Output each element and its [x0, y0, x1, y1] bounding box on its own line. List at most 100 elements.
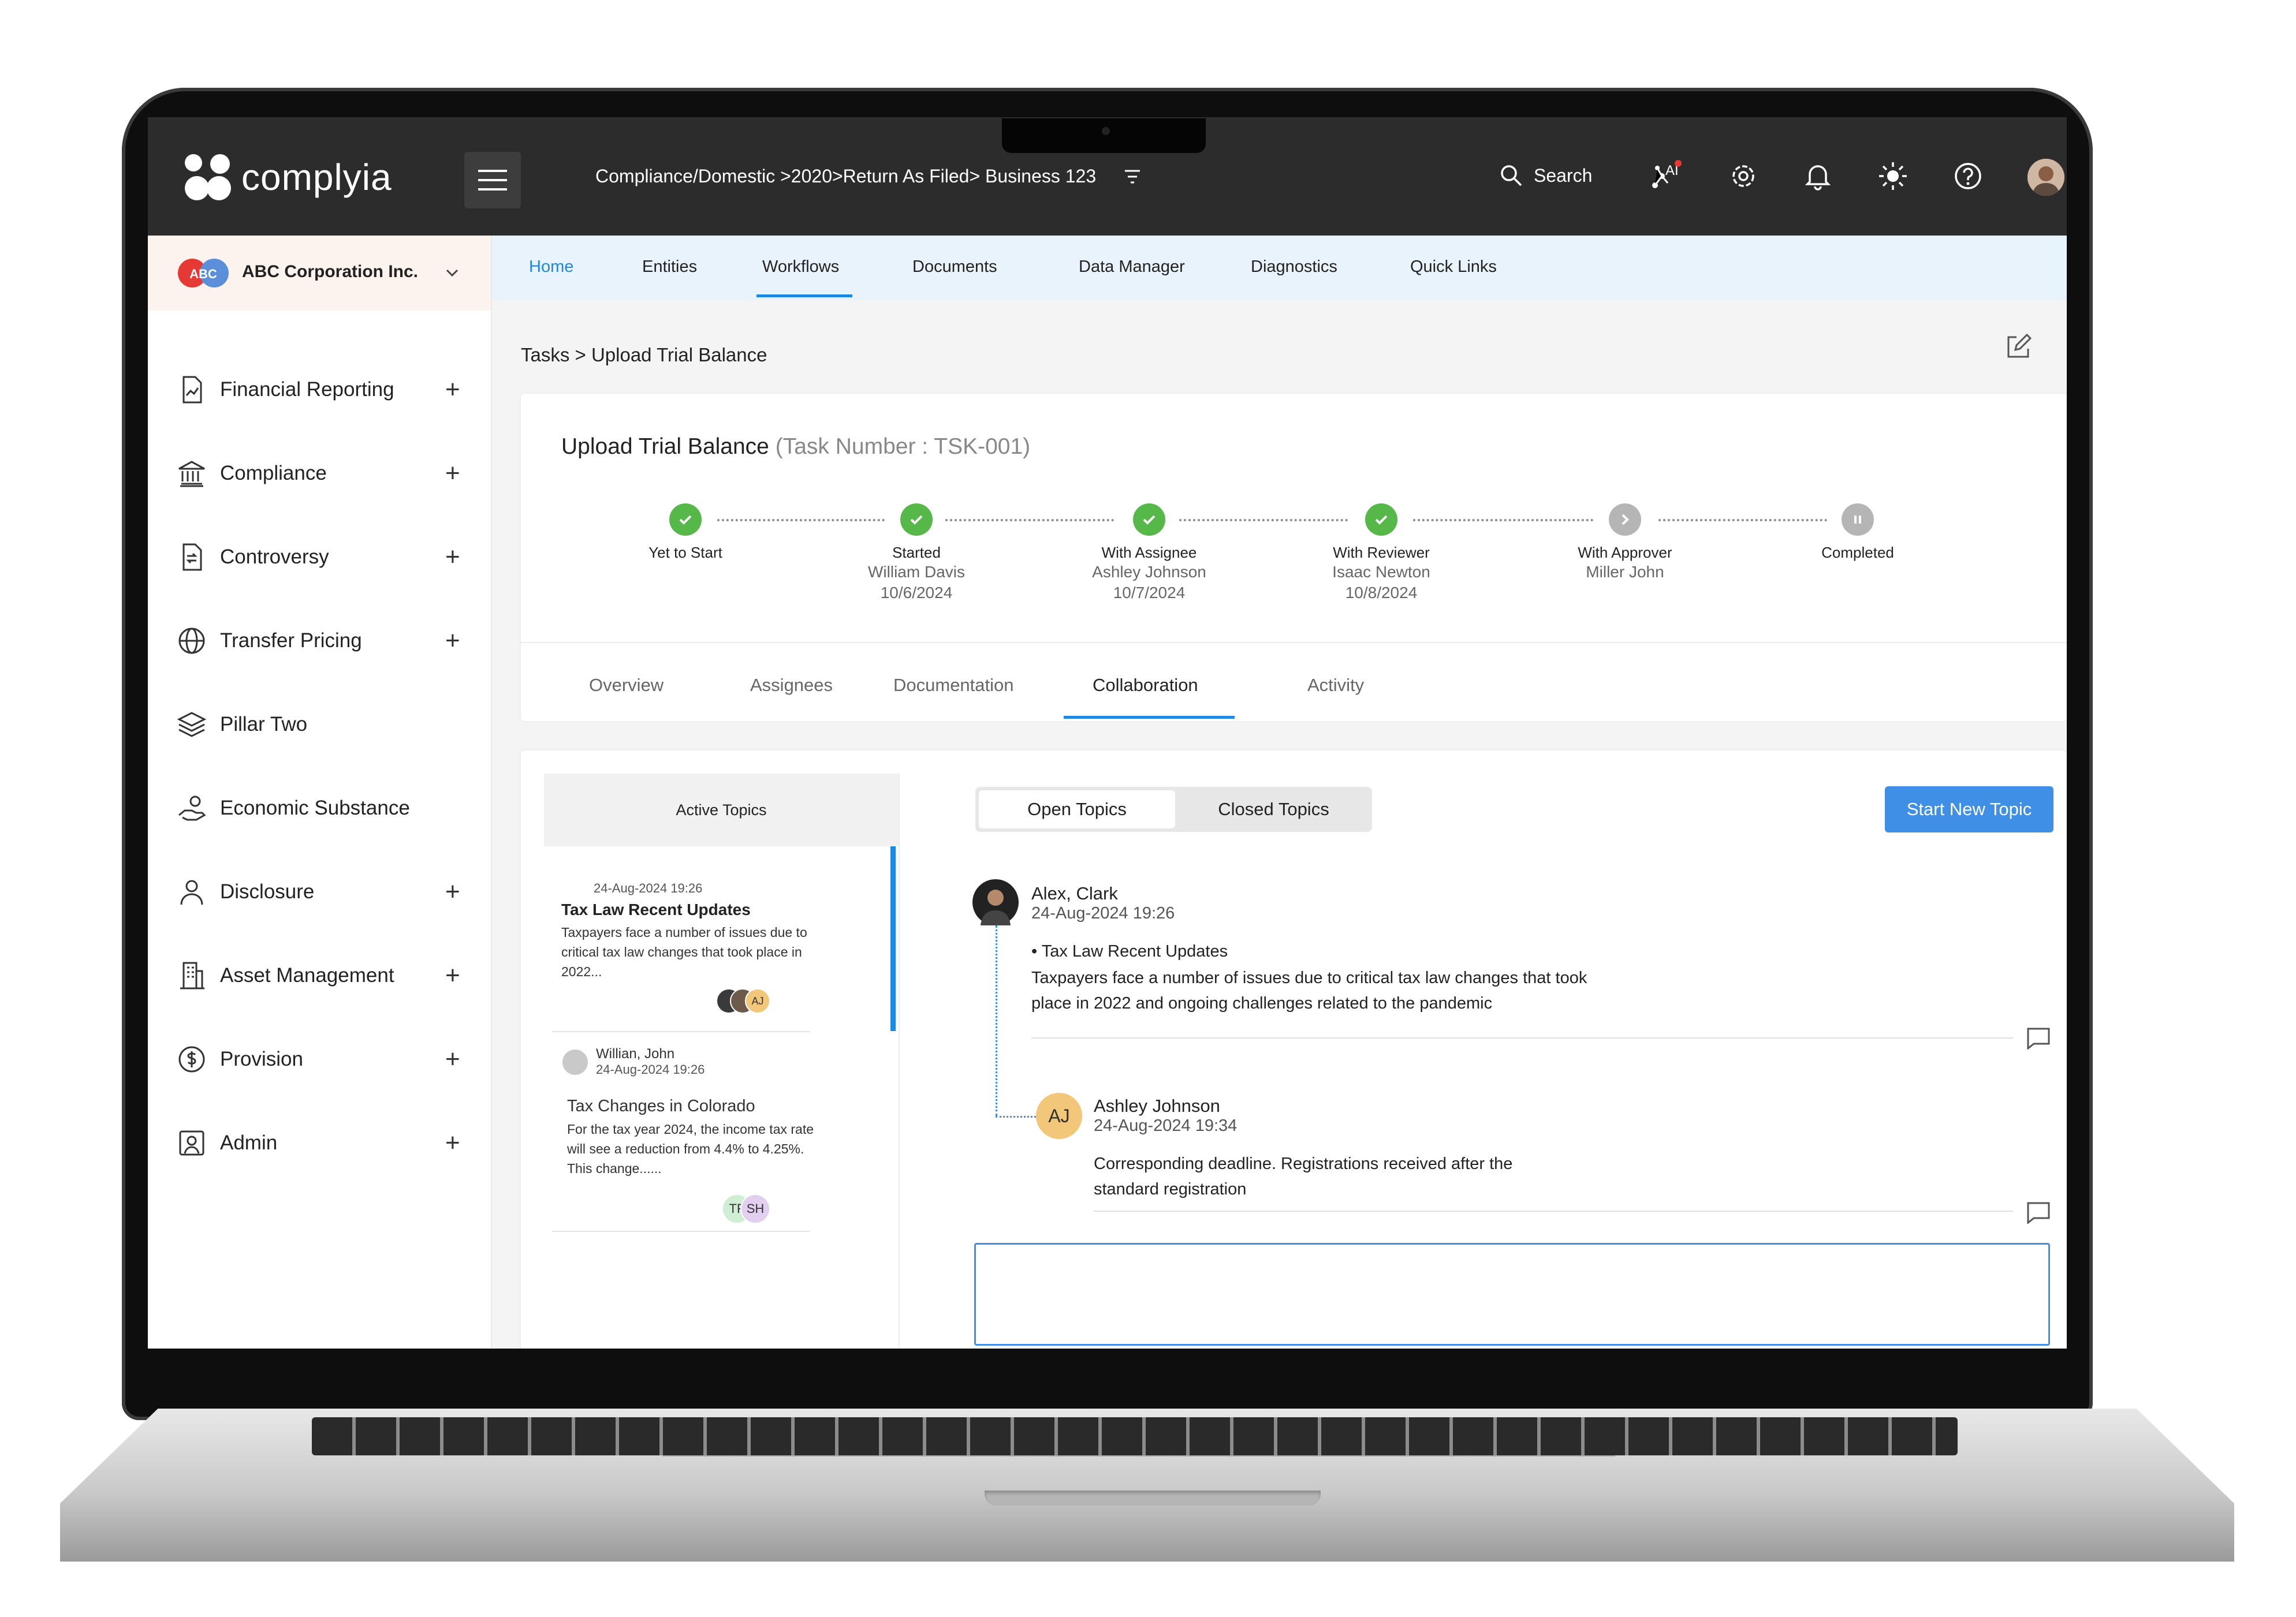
filter-icon[interactable] [1124, 169, 1141, 184]
scrollbar[interactable] [890, 846, 896, 1031]
tab-workflows[interactable]: Workflows [762, 257, 839, 277]
sidebar-item-label: Controversy [220, 546, 329, 568]
user-icon [180, 880, 203, 905]
building-icon [180, 962, 204, 989]
search-label: Search [1534, 165, 1593, 186]
search-button[interactable]: Search [1499, 163, 1592, 188]
sidebar-item-label: Transfer Pricing [220, 629, 362, 652]
user-avatar[interactable] [2027, 159, 2064, 196]
sidebar-item-asset-management[interactable]: Asset Management + [148, 950, 491, 1002]
edit-icon[interactable] [2004, 333, 2033, 361]
top-breadcrumb[interactable]: Compliance/Domestic >2020>Return As File… [595, 166, 1096, 187]
tab-quick-links[interactable]: Quick Links [1410, 257, 1497, 277]
task-number: (Task Number : TSK-001) [775, 434, 1031, 459]
avatar [561, 1048, 589, 1076]
org-logo-icon: ABC [178, 259, 229, 287]
tab-activity[interactable]: Activity [1307, 675, 1364, 696]
sidebar-item-compliance[interactable]: Compliance + [148, 447, 491, 499]
tab-active-indicator [1064, 716, 1235, 719]
expand-icon[interactable]: + [445, 543, 460, 572]
topic-desc: For the tax year 2024, the income tax ra… [567, 1122, 814, 1176]
topics-list: Active Topics 24-Aug-2024 19:26 Tax Law … [544, 774, 900, 1349]
task-card: Upload Trial Balance (Task Number : TSK-… [521, 394, 2067, 721]
expand-icon[interactable]: + [445, 961, 460, 990]
user-avatar-icon [2027, 159, 2064, 196]
screen: complyia Compliance/Domestic >2020>Retur… [148, 117, 2067, 1349]
closed-topics-button[interactable]: Closed Topics [1175, 790, 1372, 828]
task-name: Upload Trial Balance [561, 434, 769, 459]
tab-data-manager[interactable]: Data Manager [1079, 257, 1185, 277]
sidebar-item-controversy[interactable]: Controversy + [148, 531, 491, 583]
stage-with-reviewer: With Reviewer Isaac Newton 10/8/2024 [1295, 503, 1468, 603]
check-icon [900, 503, 933, 536]
ai-assistant-icon[interactable]: AI [1649, 160, 1682, 192]
sidebar-item-label: Economic Substance [220, 797, 410, 819]
message-date: 24-Aug-2024 19:26 [1031, 904, 1175, 923]
app-logo[interactable]: complyia [182, 152, 392, 203]
expand-icon[interactable]: + [445, 1045, 460, 1074]
open-topics-button[interactable]: Open Topics [979, 790, 1175, 828]
expand-icon[interactable]: + [445, 626, 460, 655]
tab-documentation[interactable]: Documentation [893, 675, 1014, 696]
stage-with-assignee: With Assignee Ashley Johnson 10/7/2024 [1063, 503, 1236, 603]
expand-icon[interactable]: + [445, 459, 460, 488]
tab-home[interactable]: Home [529, 257, 573, 277]
tab-overview[interactable]: Overview [589, 675, 664, 696]
start-new-topic-button[interactable]: Start New Topic [1885, 786, 2053, 832]
sidebar-item-disclosure[interactable]: Disclosure + [148, 866, 491, 918]
divider [1031, 1037, 2013, 1039]
comment-icon[interactable] [2026, 1201, 2051, 1224]
avatar [972, 879, 1019, 925]
hand-coin-icon [178, 796, 206, 821]
stage-name: With Reviewer [1333, 544, 1430, 561]
stage-name: Started [892, 544, 941, 561]
tab-assignees[interactable]: Assignees [750, 675, 833, 696]
expand-icon[interactable]: + [445, 877, 460, 906]
stage-yet-to-start: Yet to Start [599, 503, 772, 562]
sidebar-item-admin[interactable]: Admin + [148, 1117, 491, 1169]
sidebar-item-transfer-pricing[interactable]: Transfer Pricing + [148, 615, 491, 667]
tab-diagnostics[interactable]: Diagnostics [1251, 257, 1337, 277]
topic-filter: Open Topics Closed Topics [975, 787, 1372, 832]
expand-icon[interactable]: + [445, 1129, 460, 1157]
sidebar-item-financial-reporting[interactable]: Financial Reporting + [148, 364, 491, 416]
menu-button[interactable] [464, 152, 521, 208]
sidebar-item-pillar-two[interactable]: Pillar Two [148, 699, 491, 750]
message-author: Ashley Johnson [1094, 1096, 1220, 1116]
stage-person: Miller John [1586, 563, 1664, 581]
svg-text:ABC: ABC [189, 267, 217, 281]
search-icon [1501, 165, 1522, 186]
camera-icon [1102, 127, 1110, 135]
help-icon[interactable] [1952, 160, 1984, 192]
admin-icon [179, 1130, 204, 1156]
app-name: complyia [241, 156, 392, 198]
stage-started: Started William Davis 10/6/2024 [830, 503, 1003, 603]
stage-name: With Assignee [1101, 544, 1197, 561]
sidebar-item-provision[interactable]: Provision + [148, 1033, 491, 1085]
settings-icon[interactable] [1727, 160, 1760, 192]
stage-date: 10/6/2024 [880, 584, 953, 602]
page-breadcrumb[interactable]: Tasks > Upload Trial Balance [521, 344, 767, 366]
tab-collaboration[interactable]: Collaboration [1093, 675, 1198, 696]
tab-entities[interactable]: Entities [642, 257, 697, 277]
reply-input[interactable] [974, 1243, 2050, 1346]
message-text: Taxpayers face a number of issues due to… [1031, 969, 1587, 987]
topic-item-body[interactable]: Tax Changes in Colorado For the tax year… [567, 1092, 825, 1178]
bank-icon [178, 461, 205, 487]
topic-desc: Taxpayers face a number of issues due to… [561, 925, 807, 979]
chart-doc-icon [182, 376, 202, 404]
theme-sun-icon[interactable] [1877, 160, 1909, 192]
tab-documents[interactable]: Documents [912, 257, 997, 277]
sidebar-item-label: Compliance [220, 462, 327, 484]
comment-icon[interactable] [2026, 1026, 2051, 1050]
org-selector[interactable]: ABC ABC Corporation Inc. [148, 236, 491, 311]
topic-date: 24-Aug-2024 19:26 [596, 1062, 705, 1077]
thread-line [996, 925, 997, 1116]
thread-line [996, 1116, 1036, 1118]
expand-icon[interactable]: + [445, 375, 460, 404]
topic-item[interactable]: Willian, John 24-Aug-2024 19:26 [596, 1046, 815, 1077]
main-content: Tasks > Upload Trial Balance Upload Tria… [492, 300, 2067, 1349]
topic-item[interactable]: 24-Aug-2024 19:26 Tax Law Recent Updates… [561, 881, 819, 981]
notification-bell-icon[interactable] [1802, 160, 1834, 192]
sidebar-item-economic-substance[interactable]: Economic Substance [148, 782, 491, 834]
